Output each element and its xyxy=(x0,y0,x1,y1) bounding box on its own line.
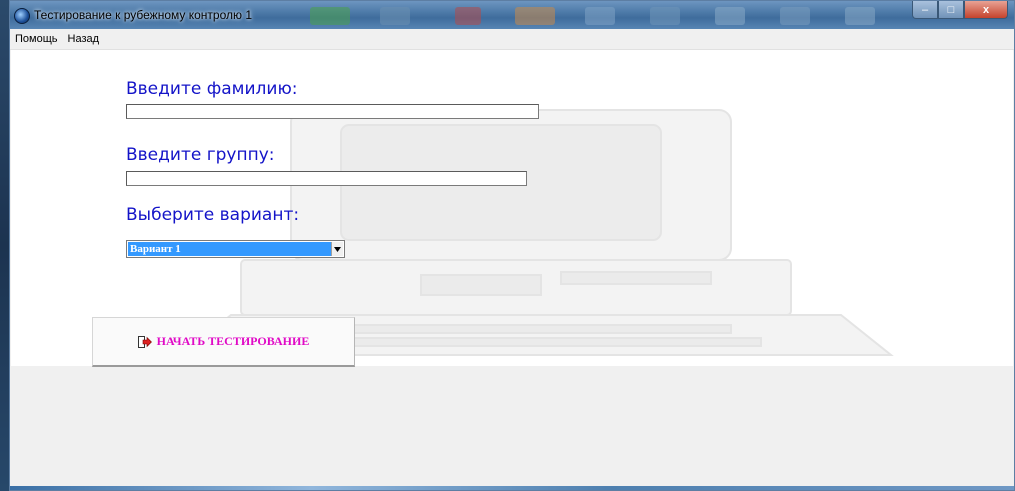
window-bottom-border xyxy=(10,486,1014,490)
group-input[interactable] xyxy=(126,171,527,186)
taskbar-blur-shape xyxy=(380,7,410,25)
taskbar-edge xyxy=(0,0,9,491)
surname-label: Введите фамилию: xyxy=(126,79,298,99)
app-icon[interactable] xyxy=(14,8,30,24)
taskbar-blur-shape xyxy=(515,7,555,25)
surname-input[interactable] xyxy=(126,104,539,119)
taskbar-blur-shape xyxy=(310,7,350,25)
taskbar-blur-shape xyxy=(650,7,680,25)
variant-dropdown[interactable]: Вариант 1 xyxy=(126,240,345,258)
menu-bar: Помощь Назад xyxy=(10,29,1014,50)
taskbar-blur-shape xyxy=(780,7,810,25)
minimize-button[interactable]: – xyxy=(912,1,938,19)
start-test-label: НАЧАТЬ ТЕСТИРОВАНИЕ xyxy=(156,334,310,348)
window-controls: – □ x xyxy=(912,1,1008,21)
taskbar-blur-shape xyxy=(845,7,875,25)
title-bar[interactable]: Тестирование к рубежному контролю 1 – □ … xyxy=(10,1,1014,29)
app-window: Тестирование к рубежному контролю 1 – □ … xyxy=(9,0,1015,491)
variant-label: Выберите вариант: xyxy=(126,205,300,225)
close-button[interactable]: x xyxy=(964,1,1008,19)
menu-item-back[interactable]: Назад xyxy=(63,33,105,45)
footer-area xyxy=(11,366,1013,489)
group-label: Введите группу: xyxy=(126,145,275,165)
dropdown-button[interactable] xyxy=(331,242,343,256)
menu-item-help[interactable]: Помощь xyxy=(10,33,63,45)
taskbar-blur-shape xyxy=(585,7,615,25)
taskbar-blur-shape xyxy=(455,7,481,25)
taskbar-blur-shape xyxy=(715,7,745,25)
variant-selected-value: Вариант 1 xyxy=(128,242,332,256)
maximize-button[interactable]: □ xyxy=(938,1,964,19)
door-exit-arrow-icon xyxy=(137,335,152,348)
start-test-button[interactable]: НАЧАТЬ ТЕСТИРОВАНИЕ xyxy=(92,317,355,367)
chevron-down-icon xyxy=(334,246,341,252)
window-title: Тестирование к рубежному контролю 1 xyxy=(34,8,252,22)
